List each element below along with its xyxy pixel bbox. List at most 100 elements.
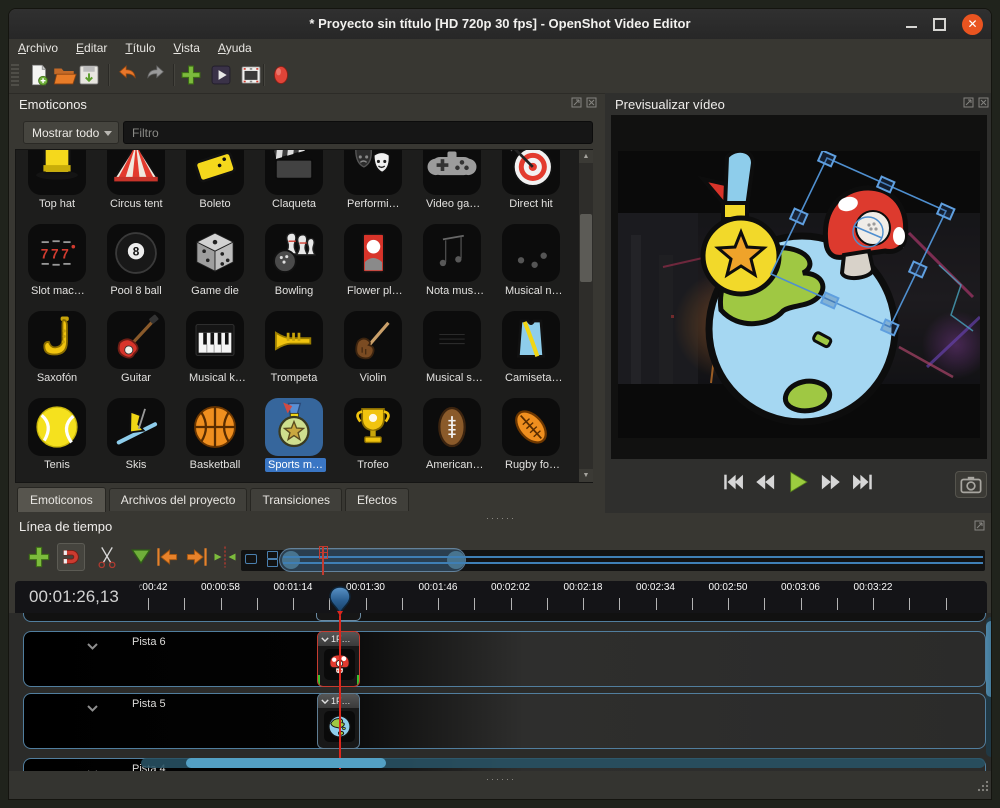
emoji-item-guitar[interactable]: Guitar (107, 311, 165, 384)
maximize-button[interactable] (933, 18, 946, 31)
emoji-item-basketball[interactable]: Basketball (186, 398, 244, 471)
clip-trim-out[interactable] (357, 675, 360, 687)
emoji-item-slot-machine[interactable]: 777Slot mac… (28, 224, 86, 297)
float-panel-icon[interactable] (974, 518, 985, 529)
slider-left-handle[interactable] (282, 551, 300, 569)
capture-frame-button[interactable] (955, 471, 987, 498)
emoji-item-musical-keyboard[interactable]: Musical k… (186, 311, 244, 384)
emoji-item-direct-hit[interactable]: Direct hit (502, 149, 560, 210)
splitter-handle[interactable]: ······ (471, 513, 531, 523)
emoji-item-trophy[interactable]: Trofeo (344, 398, 402, 471)
timeline-vertical-scrollbar[interactable] (986, 617, 992, 757)
menu-ayuda[interactable]: Ayuda (209, 39, 261, 57)
previous-marker-button[interactable] (153, 543, 181, 571)
emoji-item-pool-8-ball[interactable]: 8Pool 8 ball (107, 224, 165, 297)
timeline-zoom-slider[interactable] (241, 550, 985, 571)
tab-transiciones[interactable]: Transiciones (250, 488, 342, 511)
titlebar[interactable]: * Proyecto sin título [HD 720p 30 fps] -… (9, 9, 991, 40)
razor-button[interactable] (93, 543, 121, 571)
track-collapse-icon[interactable] (87, 764, 98, 771)
next-marker-button[interactable] (183, 543, 211, 571)
emoji-item-performing-arts[interactable]: Performi… (344, 149, 402, 210)
float-panel-icon[interactable] (963, 95, 974, 106)
menu-archivo[interactable]: Archivo (9, 39, 67, 57)
save-project-button[interactable] (76, 62, 102, 89)
emoji-item-american-football[interactable]: American… (423, 398, 481, 471)
emoji-item-video-game[interactable]: Video ga… (423, 149, 481, 210)
choose-profile-button[interactable] (238, 62, 264, 89)
slider-visible-range[interactable] (279, 548, 466, 572)
emoji-item-top-hat[interactable]: Top hat (28, 149, 86, 210)
close-panel-icon[interactable] (586, 95, 597, 106)
tab-efectos[interactable]: Efectos (345, 488, 409, 511)
timeline-ruler[interactable]: 00:01:26,13 00:00:4200:00:5800:01:1400:0… (15, 581, 987, 613)
emoji-item-sports-medal[interactable]: Sports m… (265, 398, 323, 471)
timeline-horizontal-scrollbar[interactable] (141, 758, 985, 768)
emoji-item-musical-note[interactable]: Nota mus… (423, 224, 481, 297)
emoji-item-flower-card[interactable]: Flower pl… (344, 224, 402, 297)
resize-grip[interactable] (977, 779, 989, 797)
emoji-item-skis[interactable]: Skis (107, 398, 165, 471)
import-files-button[interactable] (178, 62, 204, 89)
playhead-line[interactable] (339, 613, 341, 769)
emoji-item-saxophone[interactable]: Saxofón (28, 311, 86, 384)
timeline-vscroll-thumb[interactable] (986, 621, 992, 697)
emoji-item-ticket[interactable]: Boleto (186, 149, 244, 210)
track-collapse-icon[interactable] (87, 637, 98, 655)
toolbar-separator (173, 64, 174, 86)
new-project-button[interactable] (26, 62, 52, 89)
center-playhead-button[interactable] (211, 543, 239, 571)
playhead[interactable] (329, 586, 351, 621)
tab-emoticonos[interactable]: Emoticonos (17, 487, 106, 512)
emoji-item-bowling[interactable]: Bowling (265, 224, 323, 297)
emoji-item-violin[interactable]: Violin (344, 311, 402, 384)
slider-right-handle[interactable] (447, 551, 465, 569)
emoji-scrollbar-thumb[interactable] (580, 214, 592, 282)
rewind-button[interactable] (753, 469, 779, 493)
track-collapse-icon[interactable] (87, 699, 98, 717)
emoji-item-tennis[interactable]: Tenis (28, 398, 86, 471)
play-button[interactable] (785, 469, 811, 493)
toolbar-drag-handle[interactable] (11, 64, 19, 88)
emoji-filter-input[interactable] (123, 121, 593, 144)
undo-button[interactable] (114, 62, 140, 89)
splitter-handle[interactable]: ······ (471, 774, 531, 784)
emoji-item-rugby-football[interactable]: Rugby fo… (502, 398, 560, 471)
menu-editar[interactable]: Editar (67, 39, 116, 57)
emoji-item-trumpet[interactable]: Trompeta (265, 311, 323, 384)
open-project-button[interactable] (51, 62, 77, 89)
minimize-button[interactable] (906, 26, 917, 28)
emoji-item-musical-notes[interactable]: Musical n… (502, 224, 560, 297)
emoji-item-circus-tent[interactable]: Circus tent (107, 149, 165, 210)
ruler-label: 00:03:22 (854, 582, 893, 593)
emoji-item-game-die[interactable]: Game die (186, 224, 244, 297)
close-button[interactable]: ✕ (962, 14, 983, 35)
clip-trim-in[interactable] (317, 675, 320, 687)
export-video-button[interactable] (268, 62, 294, 89)
ruler-tick (909, 598, 910, 610)
emoji-item-musical-score[interactable]: Musical s… (423, 311, 481, 384)
emoji-label: Pool 8 ball (107, 285, 165, 297)
timeline-hscroll-thumb[interactable] (186, 758, 386, 768)
emoji-label: Sports m… (265, 459, 323, 471)
emoji-scrollbar[interactable]: ▲ ▼ (579, 150, 593, 482)
jump-end-button[interactable] (849, 469, 875, 493)
emoji-filter-dropdown[interactable]: Mostrar todo (23, 121, 119, 144)
snap-button[interactable] (57, 543, 85, 571)
scroll-up-icon[interactable]: ▲ (579, 150, 593, 163)
redo-button[interactable] (143, 62, 169, 89)
menu-título[interactable]: Título (116, 39, 164, 57)
add-marker-button[interactable] (127, 543, 155, 571)
play-button[interactable] (208, 62, 234, 89)
fast-forward-button[interactable] (817, 469, 843, 493)
add-track-button[interactable] (25, 543, 53, 571)
float-panel-icon[interactable] (571, 95, 582, 106)
close-panel-icon[interactable] (978, 95, 989, 106)
menu-vista[interactable]: Vista (164, 39, 208, 57)
jump-start-button[interactable] (721, 469, 747, 493)
emoji-item-running-shirt[interactable]: Camiseta… (502, 311, 560, 384)
scroll-down-icon[interactable]: ▼ (579, 469, 593, 482)
emoji-item-clapper[interactable]: Claqueta (265, 149, 323, 210)
save-project-icon (76, 75, 102, 92)
tab-archivos-del-proyecto[interactable]: Archivos del proyecto (109, 488, 248, 511)
